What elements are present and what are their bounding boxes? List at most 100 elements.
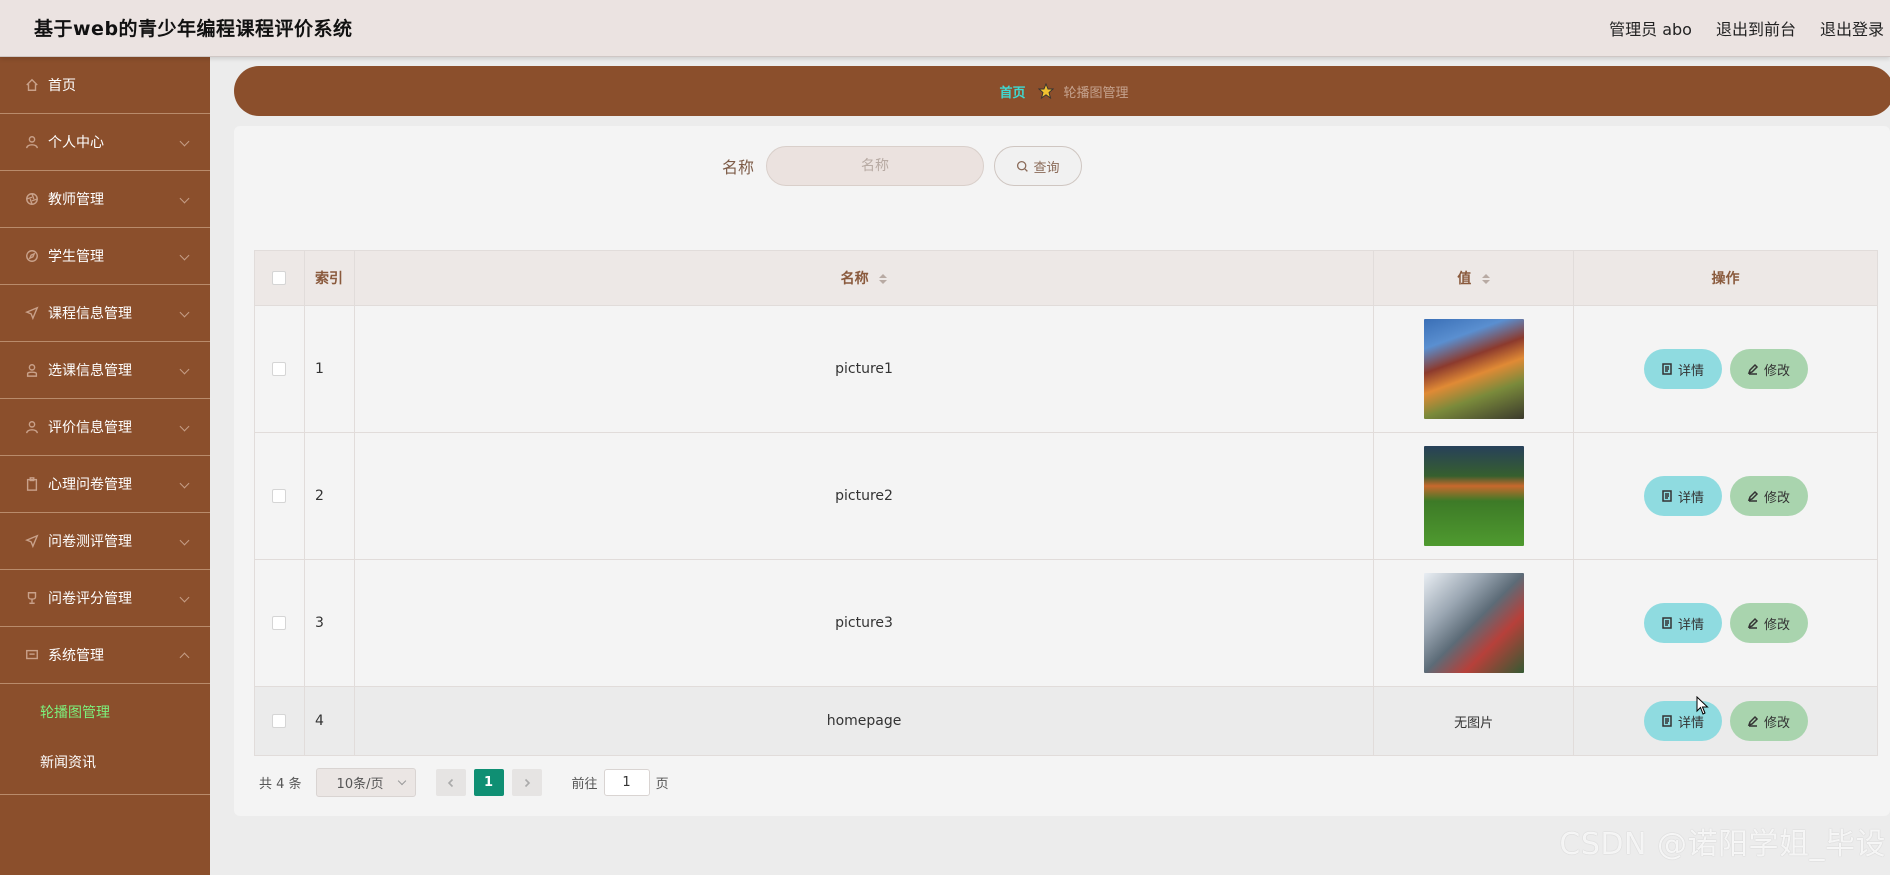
chevron-down-icon — [179, 421, 190, 432]
chevron-down-icon — [179, 136, 190, 147]
sidebar-item-label: 系统管理 — [48, 648, 104, 664]
document-icon — [1662, 363, 1672, 375]
pagination: 共 4 条 10条/页 1 前往 页 — [259, 768, 669, 797]
row-value-cell — [1373, 305, 1575, 433]
column-header-name-label: 名称 — [840, 271, 869, 287]
sidebar-item-questionnaire-scoring[interactable]: 问卷评分管理 — [0, 570, 210, 627]
row-actions: 详情 修改 — [1573, 559, 1878, 687]
edit-button[interactable]: 修改 — [1729, 603, 1808, 643]
detail-button-label: 详情 — [1678, 363, 1705, 379]
sidebar-item-label: 评价信息管理 — [48, 420, 132, 436]
column-header-actions: 操作 — [1573, 250, 1878, 306]
exit-to-frontend-link[interactable]: 退出到前台 — [1716, 16, 1796, 40]
total-count: 共 4 条 — [259, 777, 302, 792]
edit-button[interactable]: 修改 — [1729, 701, 1808, 741]
sort-icon[interactable] — [1482, 274, 1491, 284]
table-header-row: 索引 名称 值 操作 — [254, 250, 1878, 306]
prev-page-button[interactable] — [435, 769, 466, 796]
page-size-select[interactable]: 10条/页 — [315, 768, 416, 797]
breadcrumb: 首页 轮播图管理 — [234, 66, 1890, 116]
no-image-text: 无图片 — [1454, 715, 1494, 731]
carousel-thumbnail[interactable] — [1423, 319, 1524, 419]
edit-button[interactable]: 修改 — [1729, 476, 1808, 516]
next-page-button[interactable] — [511, 769, 542, 796]
sidebar-subitem-news[interactable]: 新闻资讯 — [0, 738, 210, 788]
sidebar-item-course-info[interactable]: 课程信息管理 — [0, 285, 210, 342]
carousel-thumbnail[interactable] — [1423, 573, 1524, 673]
edit-icon — [1747, 715, 1759, 727]
sidebar-item-evaluation-info[interactable]: 评价信息管理 — [0, 399, 210, 456]
row-checkbox[interactable] — [272, 616, 287, 630]
edit-button[interactable]: 修改 — [1729, 349, 1808, 389]
page-number-current[interactable]: 1 — [473, 769, 504, 796]
sort-icon[interactable] — [879, 274, 888, 284]
compass-icon — [24, 248, 40, 264]
sidebar: 首页 个人中心 教师管理 学生管理 课程信息管理 选课信息管理 评价信息管理 心… — [0, 57, 210, 875]
document-icon — [1662, 490, 1672, 502]
detail-button-label: 详情 — [1678, 490, 1705, 506]
table-row: 1 picture1 详情 修改 — [254, 305, 1878, 433]
logout-link[interactable]: 退出登录 — [1820, 16, 1884, 40]
select-all-cell — [254, 250, 305, 306]
person-icon — [24, 419, 40, 435]
breadcrumb-current: 轮播图管理 — [1063, 85, 1129, 101]
goto-page-input[interactable] — [603, 769, 650, 796]
monitor-icon — [24, 647, 40, 663]
row-value-cell — [1373, 432, 1575, 560]
system-submenu: 轮播图管理 新闻资讯 — [0, 684, 210, 795]
search-bar: 名称 查询 — [234, 146, 1890, 186]
page-size-value: 10条/页 — [336, 777, 384, 792]
row-checkbox[interactable] — [272, 714, 287, 728]
table-row: 2 picture2 详情 修改 — [254, 432, 1878, 560]
edit-icon — [1747, 363, 1759, 375]
search-label: 名称 — [721, 158, 754, 177]
edit-icon — [1747, 617, 1759, 629]
detail-button[interactable]: 详情 — [1643, 349, 1722, 389]
carousel-thumbnail[interactable] — [1423, 446, 1524, 546]
row-name: picture1 — [353, 305, 1375, 433]
sidebar-item-label: 学生管理 — [48, 249, 104, 265]
content-panel: 名称 查询 索引 名称 值 操作 — [234, 126, 1890, 816]
row-index: 1 — [303, 305, 355, 433]
send-icon — [24, 305, 40, 321]
detail-button[interactable]: 详情 — [1643, 603, 1722, 643]
select-all-checkbox[interactable] — [272, 271, 287, 285]
sidebar-item-questionnaire-assessment[interactable]: 问卷测评管理 — [0, 513, 210, 570]
sidebar-item-personal-center[interactable]: 个人中心 — [0, 114, 210, 171]
goto-page: 前往 页 — [572, 769, 669, 796]
chevron-down-icon — [179, 193, 190, 204]
query-button[interactable]: 查询 — [994, 146, 1082, 186]
row-checkbox-cell — [254, 559, 305, 687]
row-actions: 详情 修改 — [1573, 686, 1878, 756]
trophy-icon — [24, 590, 40, 606]
row-checkbox[interactable] — [272, 362, 287, 376]
breadcrumb-home-link[interactable]: 首页 — [999, 82, 1025, 101]
aperture-icon — [24, 191, 40, 207]
document-icon — [1662, 617, 1672, 629]
sidebar-item-teacher-management[interactable]: 教师管理 — [0, 171, 210, 228]
sidebar-item-system-management[interactable]: 系统管理 — [0, 627, 210, 684]
admin-user-label[interactable]: 管理员 abo — [1609, 16, 1692, 40]
sidebar-item-label: 问卷测评管理 — [48, 534, 132, 550]
detail-button[interactable]: 详情 — [1643, 476, 1722, 516]
column-header-value[interactable]: 值 — [1373, 250, 1575, 306]
goto-suffix: 页 — [655, 777, 669, 792]
column-header-name[interactable]: 名称 — [353, 250, 1375, 306]
name-search-input[interactable] — [766, 146, 984, 186]
row-index: 4 — [303, 686, 355, 756]
sidebar-item-label: 问卷评分管理 — [48, 591, 132, 607]
mouse-cursor-icon — [1696, 696, 1709, 715]
row-checkbox-cell — [254, 686, 305, 756]
edit-button-label: 修改 — [1764, 490, 1791, 506]
carousel-table: 索引 名称 值 操作 1 picture1 详情 修改 2 picture2 详… — [254, 250, 1878, 756]
row-checkbox[interactable] — [272, 489, 287, 503]
sidebar-item-home[interactable]: 首页 — [0, 57, 210, 114]
row-value-cell — [1373, 559, 1575, 687]
sidebar-item-student-management[interactable]: 学生管理 — [0, 228, 210, 285]
table-row: 4 homepage 无图片 详情 修改 — [254, 686, 1878, 756]
sidebar-item-psych-questionnaire[interactable]: 心理问卷管理 — [0, 456, 210, 513]
sidebar-subitem-carousel[interactable]: 轮播图管理 — [0, 688, 210, 738]
sidebar-item-course-selection[interactable]: 选课信息管理 — [0, 342, 210, 399]
row-actions: 详情 修改 — [1573, 305, 1878, 433]
row-value-cell: 无图片 — [1373, 686, 1575, 756]
